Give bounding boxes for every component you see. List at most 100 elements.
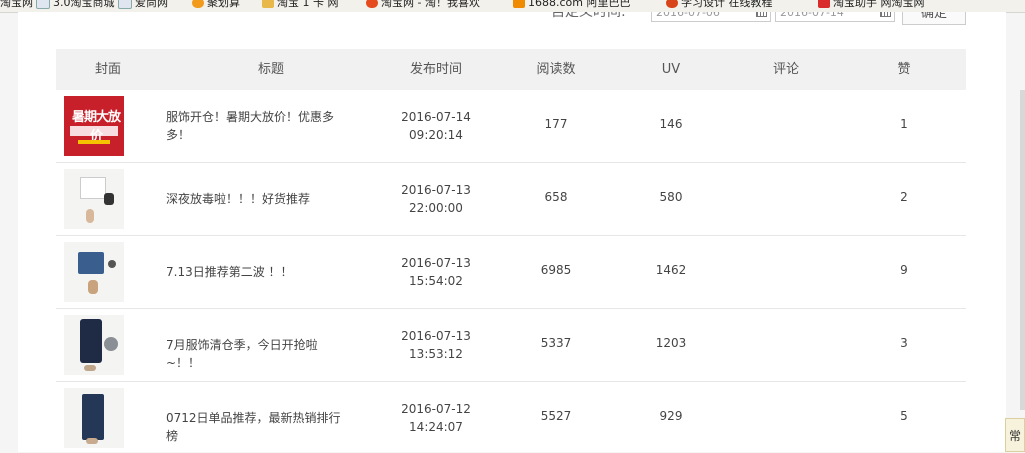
- bookmark-item[interactable]: 学习设计 在线教程: [666, 0, 773, 9]
- publish-clock: 14:24:07: [409, 420, 463, 434]
- floating-side-tab[interactable]: 常: [1005, 418, 1025, 452]
- header-reads[interactable]: 阅读数: [511, 49, 601, 90]
- cover-thumbnail[interactable]: [64, 315, 124, 375]
- bookmark-label: 学习设计 在线教程: [681, 0, 773, 9]
- shoe-shape: [84, 365, 96, 371]
- bookmark-label: 淘宝网 - 淘！我喜欢: [381, 0, 480, 9]
- denim-shorts-image: [64, 242, 124, 302]
- article-title[interactable]: 7.13日推荐第二波 ！！: [166, 263, 346, 281]
- cover-thumbnail[interactable]: 暑期大放价: [64, 96, 124, 156]
- header-publish-time[interactable]: 发布时间: [386, 49, 486, 90]
- bookmark-label: 3.0淘宝商城: [53, 0, 115, 9]
- overalls-shape: [82, 394, 104, 440]
- bookmark-label: 淘宝 1 卡 网: [277, 0, 339, 9]
- start-date-value: 2016-07-06: [656, 12, 720, 19]
- publish-clock: 09:20:14: [409, 128, 463, 142]
- header-uv[interactable]: UV: [621, 49, 721, 90]
- header-likes[interactable]: 赞: [856, 49, 952, 90]
- red-sale-banner-image: 暑期大放价: [64, 96, 124, 156]
- publish-time: 2016-07-12 14:24:07: [386, 400, 486, 436]
- orange-swirl-icon: [192, 0, 204, 8]
- bookmark-item[interactable]: 1688.com 阿里巴巴: [513, 0, 630, 9]
- red-swirl-icon: [666, 0, 678, 8]
- publish-clock: 15:54:02: [409, 274, 463, 288]
- uv-count: 1203: [655, 336, 687, 350]
- bookmark-item[interactable]: 淘宝网 - 淘！我喜欢: [366, 0, 480, 9]
- table-row: 0712日单品推荐，最新热销排行榜 2016-07-12 14:24:07 55…: [56, 382, 966, 452]
- red-square-icon: [818, 0, 830, 8]
- bookmark-item[interactable]: 淘宝 1 卡 网: [262, 0, 339, 9]
- page-scrollbar[interactable]: [1020, 90, 1025, 410]
- bag-shape: [104, 337, 118, 351]
- publish-time: 2016-07-13 22:00:00: [386, 181, 486, 217]
- read-count: 658: [544, 190, 568, 204]
- like-count: 2: [900, 190, 908, 204]
- article-title[interactable]: 服饰开仓！暑期大放价！优惠多 多！: [166, 108, 346, 144]
- overalls-image: [64, 388, 124, 448]
- bookmark-item[interactable]: 聚划算: [192, 0, 240, 9]
- table-row: 7月服饰清仓季，今日开抢啦~！！ 2016-07-13 13:53:12 533…: [56, 309, 966, 382]
- publish-date: 2016-07-13: [401, 256, 471, 270]
- header-comments[interactable]: 评论: [736, 49, 836, 90]
- calendar-icon[interactable]: [880, 12, 891, 17]
- content-panel: 自定义时间: 2016-07-06 2016-07-14 确定 封面 标题 发布…: [18, 12, 1006, 452]
- like-count: 9: [900, 263, 908, 277]
- publish-date: 2016-07-14: [401, 110, 471, 124]
- orange-square-icon: [513, 0, 525, 8]
- shirt-shape: [80, 177, 106, 199]
- table-row: 暑期大放价 服饰开仓！暑期大放价！优惠多 多！ 2016-07-14 09:20…: [56, 90, 966, 163]
- bookmark-item[interactable]: 淘宝网: [0, 0, 33, 9]
- read-count: 5527: [540, 409, 572, 423]
- red-swirl-icon: [366, 0, 378, 8]
- header-title: 标题: [257, 62, 284, 77]
- like-count: 1: [900, 117, 908, 131]
- sandal-shape: [88, 280, 98, 294]
- accessory-shape: [108, 260, 116, 268]
- like-count: 3: [900, 336, 908, 350]
- vest-shape: [80, 319, 102, 363]
- bag-shape: [104, 193, 114, 205]
- bookmark-label: 淘宝网: [0, 0, 33, 9]
- article-title[interactable]: 7月服饰清仓季，今日开抢啦~！！: [166, 336, 346, 372]
- bookmark-label: 爱尚网: [135, 0, 168, 9]
- publish-date: 2016-07-13: [401, 329, 471, 343]
- table-row: 7.13日推荐第二波 ！！ 2016-07-13 15:54:02 6985 1…: [56, 236, 966, 309]
- uv-count: 929: [659, 409, 683, 423]
- publish-clock: 22:00:00: [409, 201, 463, 215]
- publish-clock: 13:53:12: [409, 347, 463, 361]
- shoe-shape: [86, 209, 94, 223]
- end-date-value: 2016-07-14: [780, 12, 844, 19]
- bookmark-item[interactable]: 爱尚网: [118, 0, 168, 9]
- bookmark-label: 聚划算: [207, 0, 240, 9]
- articles-table: 封面 标题 发布时间 阅读数 UV 评论 赞 暑期大放价 服饰开仓！暑期大放价！…: [56, 49, 966, 452]
- bookmark-item[interactable]: 3.0淘宝商城: [36, 0, 115, 9]
- title-line: 多！: [166, 128, 191, 142]
- bookmark-item[interactable]: 淘宝助手 网淘宝网: [818, 0, 925, 9]
- folder-icon: [262, 0, 274, 8]
- cover-thumbnail[interactable]: [64, 242, 124, 302]
- uv-count: 146: [659, 117, 683, 131]
- publish-date: 2016-07-13: [401, 183, 471, 197]
- shorts-shape: [78, 252, 104, 274]
- publish-time: 2016-07-14 09:20:14: [386, 108, 486, 144]
- confirm-button[interactable]: 确定: [902, 12, 966, 25]
- navy-vest-image: [64, 315, 124, 375]
- article-title[interactable]: 0712日单品推荐，最新热销排行榜: [166, 409, 346, 445]
- publish-time: 2016-07-13 15:54:02: [386, 254, 486, 290]
- cover-thumbnail[interactable]: [64, 388, 124, 448]
- publish-date: 2016-07-12: [401, 402, 471, 416]
- title-line: 服饰开仓！暑期大放价！优惠多: [166, 110, 335, 124]
- cover-thumbnail[interactable]: [64, 169, 124, 229]
- end-date-input[interactable]: 2016-07-14: [775, 12, 895, 22]
- shoe-shape: [86, 438, 98, 444]
- banner-stripe: [70, 126, 118, 136]
- page-icon: [36, 0, 50, 9]
- start-date-input[interactable]: 2016-07-06: [651, 12, 771, 22]
- bookmark-label: 淘宝助手 网淘宝网: [833, 0, 925, 9]
- white-top-image: [64, 169, 124, 229]
- read-count: 5337: [540, 336, 572, 350]
- uv-count: 1462: [655, 263, 687, 277]
- calendar-icon[interactable]: [756, 12, 767, 17]
- uv-count: 580: [659, 190, 683, 204]
- article-title[interactable]: 深夜放毒啦！！！好货推荐: [166, 190, 346, 208]
